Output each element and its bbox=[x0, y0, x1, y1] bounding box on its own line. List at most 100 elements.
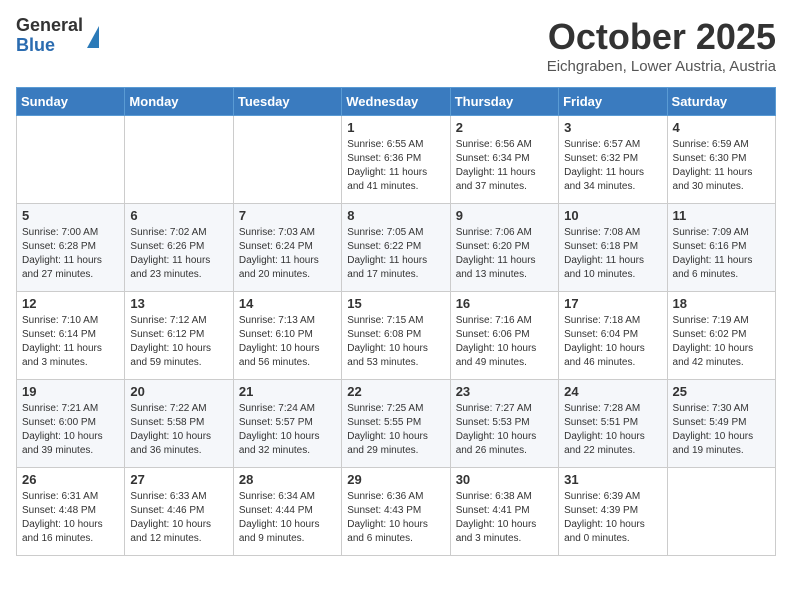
weekday-header-wednesday: Wednesday bbox=[342, 88, 450, 116]
day-info: Sunrise: 7:19 AM Sunset: 6:02 PM Dayligh… bbox=[673, 314, 770, 370]
day-info: Sunrise: 6:34 AM Sunset: 4:44 PM Dayligh… bbox=[239, 490, 336, 546]
calendar-cell: 23 Sunrise: 7:27 AM Sunset: 5:53 PM Dayli… bbox=[450, 380, 558, 468]
day-info: Sunrise: 7:16 AM Sunset: 6:06 PM Dayligh… bbox=[456, 314, 553, 370]
day-number: 25 bbox=[673, 384, 770, 399]
calendar-cell: 6 Sunrise: 7:02 AM Sunset: 6:26 PM Daylig… bbox=[125, 204, 233, 292]
day-number: 6 bbox=[130, 208, 227, 223]
logo-blue-text: Blue bbox=[16, 36, 83, 56]
title-area: October 2025 Eichgraben, Lower Austria, … bbox=[547, 16, 776, 75]
day-info: Sunrise: 7:03 AM Sunset: 6:24 PM Dayligh… bbox=[239, 226, 336, 282]
calendar-cell: 19 Sunrise: 7:21 AM Sunset: 6:00 PM Dayli… bbox=[17, 380, 125, 468]
logo: General Blue bbox=[16, 16, 99, 56]
calendar-cell: 27 Sunrise: 6:33 AM Sunset: 4:46 PM Dayli… bbox=[125, 468, 233, 556]
day-number: 15 bbox=[347, 296, 444, 311]
calendar-cell: 7Sunrise: 7:03 AM Sunset: 6:24 PM Daylig… bbox=[233, 204, 341, 292]
calendar-week-row: 1Sunrise: 6:55 AM Sunset: 6:36 PM Daylig… bbox=[17, 116, 776, 204]
day-info: Sunrise: 6:56 AM Sunset: 6:34 PM Dayligh… bbox=[456, 138, 553, 194]
calendar-cell: 13 Sunrise: 7:12 AM Sunset: 6:12 PM Dayli… bbox=[125, 292, 233, 380]
day-info: Sunrise: 7:22 AM Sunset: 5:58 PM Dayligh… bbox=[130, 402, 227, 458]
day-info: Sunrise: 6:33 AM Sunset: 4:46 PM Dayligh… bbox=[130, 490, 227, 546]
day-info: Sunrise: 7:28 AM Sunset: 5:51 PM Dayligh… bbox=[564, 402, 661, 458]
day-info: Sunrise: 7:15 AM Sunset: 6:08 PM Dayligh… bbox=[347, 314, 444, 370]
day-info: Sunrise: 7:10 AM Sunset: 6:14 PM Dayligh… bbox=[22, 314, 119, 370]
calendar-cell: 31Sunrise: 6:39 AM Sunset: 4:39 PM Dayli… bbox=[559, 468, 667, 556]
day-info: Sunrise: 7:13 AM Sunset: 6:10 PM Dayligh… bbox=[239, 314, 336, 370]
day-info: Sunrise: 6:59 AM Sunset: 6:30 PM Dayligh… bbox=[673, 138, 770, 194]
day-info: Sunrise: 7:21 AM Sunset: 6:00 PM Dayligh… bbox=[22, 402, 119, 458]
day-info: Sunrise: 6:31 AM Sunset: 4:48 PM Dayligh… bbox=[22, 490, 119, 546]
day-number: 14 bbox=[239, 296, 336, 311]
day-number: 17 bbox=[564, 296, 661, 311]
calendar-cell: 10Sunrise: 7:08 AM Sunset: 6:18 PM Dayli… bbox=[559, 204, 667, 292]
day-info: Sunrise: 7:05 AM Sunset: 6:22 PM Dayligh… bbox=[347, 226, 444, 282]
day-info: Sunrise: 7:02 AM Sunset: 6:26 PM Dayligh… bbox=[130, 226, 227, 282]
day-number: 18 bbox=[673, 296, 770, 311]
calendar-cell: 18 Sunrise: 7:19 AM Sunset: 6:02 PM Dayli… bbox=[667, 292, 775, 380]
day-number: 19 bbox=[22, 384, 119, 399]
day-info: Sunrise: 6:57 AM Sunset: 6:32 PM Dayligh… bbox=[564, 138, 661, 194]
day-number: 4 bbox=[673, 120, 770, 135]
logo-general-text: General bbox=[16, 16, 83, 36]
calendar-cell: 8Sunrise: 7:05 AM Sunset: 6:22 PM Daylig… bbox=[342, 204, 450, 292]
calendar-cell: 24 Sunrise: 7:28 AM Sunset: 5:51 PM Dayli… bbox=[559, 380, 667, 468]
calendar-cell: 11 Sunrise: 7:09 AM Sunset: 6:16 PM Dayli… bbox=[667, 204, 775, 292]
calendar-week-row: 12Sunrise: 7:10 AM Sunset: 6:14 PM Dayli… bbox=[17, 292, 776, 380]
weekday-header-saturday: Saturday bbox=[667, 88, 775, 116]
calendar-cell: 29Sunrise: 6:36 AM Sunset: 4:43 PM Dayli… bbox=[342, 468, 450, 556]
calendar-cell: 20 Sunrise: 7:22 AM Sunset: 5:58 PM Dayli… bbox=[125, 380, 233, 468]
day-number: 11 bbox=[673, 208, 770, 223]
calendar-cell: 25 Sunrise: 7:30 AM Sunset: 5:49 PM Dayli… bbox=[667, 380, 775, 468]
calendar-cell: 5Sunrise: 7:00 AM Sunset: 6:28 PM Daylig… bbox=[17, 204, 125, 292]
calendar-cell bbox=[125, 116, 233, 204]
day-number: 24 bbox=[564, 384, 661, 399]
day-info: Sunrise: 6:38 AM Sunset: 4:41 PM Dayligh… bbox=[456, 490, 553, 546]
day-number: 21 bbox=[239, 384, 336, 399]
day-info: Sunrise: 7:24 AM Sunset: 5:57 PM Dayligh… bbox=[239, 402, 336, 458]
weekday-header-sunday: Sunday bbox=[17, 88, 125, 116]
location-text: Eichgraben, Lower Austria, Austria bbox=[547, 58, 776, 75]
calendar-cell: 2 Sunrise: 6:56 AM Sunset: 6:34 PM Daylig… bbox=[450, 116, 558, 204]
calendar-cell: 3 Sunrise: 6:57 AM Sunset: 6:32 PM Daylig… bbox=[559, 116, 667, 204]
day-number: 2 bbox=[456, 120, 553, 135]
logo-triangle-icon bbox=[87, 26, 99, 48]
calendar-cell: 26 Sunrise: 6:31 AM Sunset: 4:48 PM Dayli… bbox=[17, 468, 125, 556]
weekday-header-thursday: Thursday bbox=[450, 88, 558, 116]
day-info: Sunrise: 7:30 AM Sunset: 5:49 PM Dayligh… bbox=[673, 402, 770, 458]
day-number: 13 bbox=[130, 296, 227, 311]
calendar-table: SundayMondayTuesdayWednesdayThursdayFrid… bbox=[16, 87, 776, 556]
day-number: 20 bbox=[130, 384, 227, 399]
calendar-cell: 14 Sunrise: 7:13 AM Sunset: 6:10 PM Dayli… bbox=[233, 292, 341, 380]
day-number: 3 bbox=[564, 120, 661, 135]
calendar-cell: 30 Sunrise: 6:38 AM Sunset: 4:41 PM Dayli… bbox=[450, 468, 558, 556]
day-info: Sunrise: 6:55 AM Sunset: 6:36 PM Dayligh… bbox=[347, 138, 444, 194]
weekday-header-friday: Friday bbox=[559, 88, 667, 116]
day-info: Sunrise: 7:08 AM Sunset: 6:18 PM Dayligh… bbox=[564, 226, 661, 282]
day-info: Sunrise: 7:18 AM Sunset: 6:04 PM Dayligh… bbox=[564, 314, 661, 370]
month-title: October 2025 bbox=[547, 16, 776, 58]
weekday-header-monday: Monday bbox=[125, 88, 233, 116]
day-info: Sunrise: 6:36 AM Sunset: 4:43 PM Dayligh… bbox=[347, 490, 444, 546]
calendar-cell: 17 Sunrise: 7:18 AM Sunset: 6:04 PM Dayli… bbox=[559, 292, 667, 380]
calendar-cell bbox=[17, 116, 125, 204]
calendar-week-row: 26 Sunrise: 6:31 AM Sunset: 4:48 PM Dayli… bbox=[17, 468, 776, 556]
calendar-cell: 4 Sunrise: 6:59 AM Sunset: 6:30 PM Daylig… bbox=[667, 116, 775, 204]
day-number: 27 bbox=[130, 472, 227, 487]
page-header: General Blue October 2025 Eichgraben, Lo… bbox=[16, 16, 776, 75]
day-number: 23 bbox=[456, 384, 553, 399]
calendar-cell: 9Sunrise: 7:06 AM Sunset: 6:20 PM Daylig… bbox=[450, 204, 558, 292]
day-info: Sunrise: 7:09 AM Sunset: 6:16 PM Dayligh… bbox=[673, 226, 770, 282]
calendar-cell: 12Sunrise: 7:10 AM Sunset: 6:14 PM Dayli… bbox=[17, 292, 125, 380]
day-number: 28 bbox=[239, 472, 336, 487]
day-number: 30 bbox=[456, 472, 553, 487]
day-info: Sunrise: 6:39 AM Sunset: 4:39 PM Dayligh… bbox=[564, 490, 661, 546]
weekday-header-row: SundayMondayTuesdayWednesdayThursdayFrid… bbox=[17, 88, 776, 116]
day-number: 26 bbox=[22, 472, 119, 487]
calendar-week-row: 19 Sunrise: 7:21 AM Sunset: 6:00 PM Dayli… bbox=[17, 380, 776, 468]
day-info: Sunrise: 7:06 AM Sunset: 6:20 PM Dayligh… bbox=[456, 226, 553, 282]
calendar-cell bbox=[667, 468, 775, 556]
calendar-cell: 28 Sunrise: 6:34 AM Sunset: 4:44 PM Dayli… bbox=[233, 468, 341, 556]
calendar-cell: 15 Sunrise: 7:15 AM Sunset: 6:08 PM Dayli… bbox=[342, 292, 450, 380]
day-info: Sunrise: 7:12 AM Sunset: 6:12 PM Dayligh… bbox=[130, 314, 227, 370]
day-info: Sunrise: 7:27 AM Sunset: 5:53 PM Dayligh… bbox=[456, 402, 553, 458]
calendar-week-row: 5Sunrise: 7:00 AM Sunset: 6:28 PM Daylig… bbox=[17, 204, 776, 292]
